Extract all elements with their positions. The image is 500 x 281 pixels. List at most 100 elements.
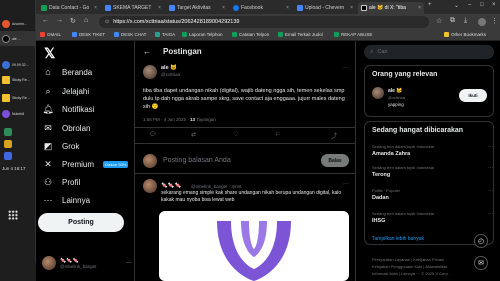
menu-icon[interactable]: ⋮ (491, 17, 498, 25)
site-info-icon[interactable]: ⊙ (105, 19, 109, 25)
nav-explore[interactable]: ⌕ Jelajahi (42, 86, 89, 97)
bookmark-item[interactable]: Catatan Telpon (232, 32, 269, 37)
browser-tab[interactable]: Data Contact - Go × (38, 2, 100, 14)
messages-float-icon[interactable]: ✉ (474, 256, 488, 270)
window-close-icon[interactable]: × (492, 2, 496, 8)
address-bar[interactable]: ⊙ https://x.com/xcttriaa/status/20624281… (99, 16, 429, 28)
tab-search-icon[interactable]: ⌄ (454, 2, 459, 9)
more-icon[interactable]: ··· (488, 188, 493, 194)
author-handle[interactable]: @xcttriaa (161, 72, 180, 77)
bookmark-item[interactable]: GMAIL (40, 32, 61, 37)
close-icon[interactable]: × (418, 5, 421, 11)
bookmark-item[interactable]: DESK CHAT (114, 32, 146, 37)
repost-icon[interactable]: ⇄ (191, 131, 196, 138)
trend-name[interactable]: Dadan (372, 195, 389, 201)
bookmark-star-icon[interactable]: ☆ (436, 17, 442, 25)
forward-icon[interactable]: → (56, 17, 63, 24)
nav-more[interactable]: ⋯ Lainnya (42, 195, 91, 206)
nav-messages[interactable]: ✉ Obrolan (42, 123, 90, 134)
search-icon: ⌕ (370, 48, 374, 55)
nav-home[interactable]: ⌂ Beranda (42, 67, 92, 77)
share-icon[interactable]: ⤴ (331, 131, 337, 140)
grok-float-icon[interactable]: ◴ (474, 234, 488, 248)
more-icon[interactable]: ··· (343, 65, 349, 71)
taskbar-app-3[interactable]: 09.09.32... (0, 57, 36, 72)
bookmark-item[interactable]: Email Terkait Judol (278, 32, 323, 37)
close-icon[interactable]: × (158, 5, 161, 11)
sheets-icon (41, 5, 47, 11)
bookmark-icon[interactable]: ⚐ (275, 131, 280, 138)
search-input[interactable]: ⌕ Cari (364, 45, 494, 59)
minimize-icon[interactable]: – (468, 2, 471, 8)
reply-input[interactable]: Posting balasan Anda (163, 157, 231, 164)
show-more-link[interactable]: Tampilkan lebih banyak (372, 236, 424, 242)
browser-tab[interactable]: SKEMA TARGET × (102, 2, 164, 14)
app-grid-icon[interactable] (8, 210, 18, 220)
nav-grok[interactable]: ◩ Grok (42, 141, 80, 152)
more-icon[interactable]: ··· (488, 144, 493, 150)
reply-author-name[interactable]: 🍬🍬🍬 (161, 183, 182, 189)
home-icon[interactable]: ⌂ (84, 17, 88, 24)
bookmark-item[interactable]: Laporan Telphon (182, 32, 222, 37)
avatar[interactable] (372, 87, 384, 99)
tray-icon-2[interactable] (4, 140, 12, 148)
footer-links[interactable]: Persyaratan Layanan | Kebijakan Privasi (372, 257, 444, 262)
back-arrow-icon[interactable]: ← (143, 47, 151, 56)
taskbar-app-4[interactable]: Sticky Re... (0, 72, 36, 87)
footer-links[interactable]: Informasi iklan | Lainnya ··· © 2025 X C… (372, 271, 449, 276)
avatar[interactable] (143, 65, 157, 79)
bookmark-item[interactable]: DESK TIKET (72, 32, 105, 37)
reply-author-handle[interactable]: @mbelink_banget · 3mnt (191, 184, 241, 189)
new-tab-icon[interactable]: + (428, 2, 432, 8)
bookmark-item[interactable]: TAIGA (155, 32, 175, 37)
follow-button[interactable]: Ikuti (459, 89, 487, 102)
nav-premium[interactable]: ✕ Premium Diskon 50% (42, 159, 129, 170)
taskbar-app-6[interactable]: Nukehill (0, 106, 36, 121)
close-icon[interactable]: × (350, 5, 353, 11)
taskbar-app-2[interactable]: ale ... (0, 31, 36, 46)
tray-icon-1[interactable] (4, 128, 12, 136)
x-logo-icon[interactable]: 𝕏 (44, 45, 55, 62)
close-icon[interactable]: × (222, 5, 225, 11)
reload-icon[interactable]: ↻ (70, 17, 76, 25)
footer-links[interactable]: Kebijakan Penggunaan Kuki | Aksesibilita… (372, 264, 447, 269)
trend-name[interactable]: Terong (372, 172, 390, 178)
profile-avatar[interactable] (478, 18, 486, 26)
extensions-icon[interactable]: ⧉ (450, 17, 455, 25)
browser-tab[interactable]: Target Aktivitas × (166, 2, 228, 14)
bookmark-item[interactable]: REKAP ABUSE (334, 32, 372, 37)
reply-icon[interactable]: 💬︎ (149, 131, 157, 138)
relevant-name[interactable]: ale 🐱 (388, 88, 403, 94)
browser-tab[interactable]: Facebook × (230, 2, 292, 14)
more-icon[interactable]: ··· (488, 165, 493, 171)
x-premium-icon: ✕ (44, 159, 52, 169)
nav-profile[interactable]: ⚇ Profil (42, 177, 80, 188)
taskbar-app-5[interactable]: Sticky Re... (0, 90, 36, 105)
avatar[interactable] (143, 179, 157, 193)
trend-name[interactable]: Amanda Zahra (372, 151, 410, 157)
browser-tab[interactable]: Upload - Chevern × (294, 2, 356, 14)
divider (135, 173, 355, 174)
back-icon[interactable]: ← (42, 17, 49, 24)
more-icon[interactable]: ··· (488, 211, 493, 217)
maximize-icon[interactable]: □ (480, 2, 484, 8)
tray-icon-3[interactable] (4, 152, 12, 160)
trend-name[interactable]: IHSG (372, 218, 385, 224)
account-switcher[interactable]: 🍬🍬🍬 @mbelink_banget ··· (42, 256, 132, 270)
more-icon[interactable]: ··· (343, 181, 349, 187)
sheets-icon (232, 32, 237, 37)
close-icon[interactable]: × (94, 5, 97, 11)
reply-media-image[interactable] (159, 211, 349, 281)
post-button[interactable]: Posting (38, 213, 124, 232)
reply-button[interactable]: Balas (321, 154, 349, 167)
browser-tab-active[interactable]: ale 🐱 di X: "tiba × (358, 2, 424, 14)
taskbar-app-1[interactable]: Anonim... (0, 16, 36, 31)
other-bookmarks[interactable]: Other Bookmarks (444, 32, 486, 37)
like-icon[interactable]: ♡ (233, 131, 238, 138)
nav-notifications[interactable]: 🔔︎ Notifikasi (42, 104, 94, 115)
relevant-handle[interactable]: @xcttriaa (388, 95, 405, 100)
account-handle: @mbelink_banget (60, 263, 97, 269)
download-icon[interactable]: ⤓ (464, 17, 467, 25)
author-name[interactable]: ale 🐱 (161, 65, 177, 71)
close-icon[interactable]: × (286, 5, 289, 11)
